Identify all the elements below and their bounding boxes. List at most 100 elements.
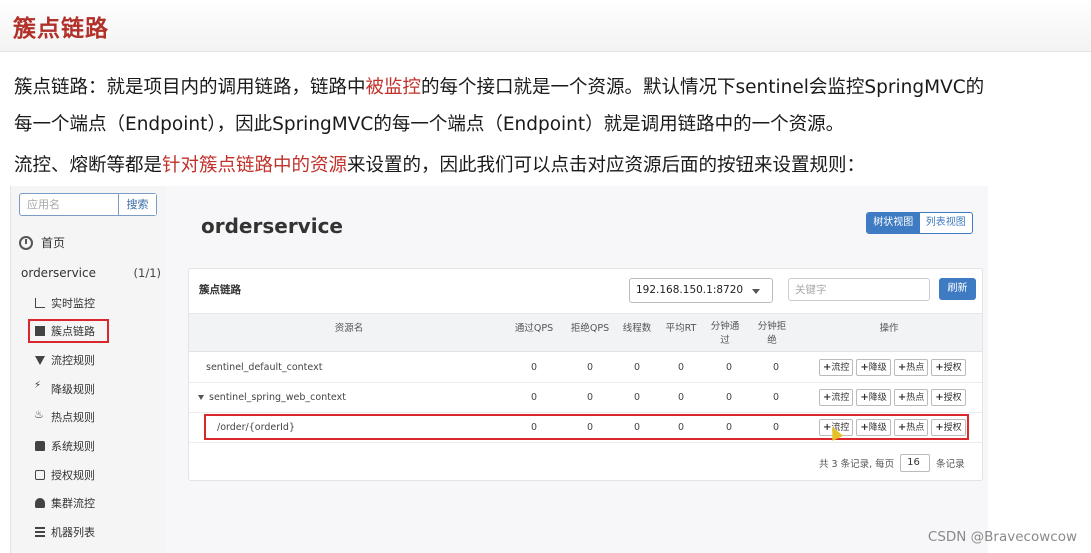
flow-control-label: 流控 [831,393,850,403]
resource-card: 簇点链路 192.168.150.1:8720 刷新 资源名 通过QPS 拒绝Q… [188,268,983,481]
nav-item-label: 机器列表 [51,526,95,539]
col-minute-block: 分钟拒绝 [757,321,787,346]
paragraph-1-b: 的每个接口就是一个资源。默认情况下sentinel会监控SpringMVC的 [421,77,985,98]
paragraph-1-highlight: 被监控 [365,77,422,98]
nav-item-flow-rules[interactable]: 流控规则 [35,351,95,369]
nav-item-label: 集群流控 [51,497,95,510]
pagination: 共 3 条记录, 每页 16 条记录 [819,454,965,472]
hotspot-button[interactable]: +热点 [893,389,929,406]
nav-item-label: 降级规则 [51,383,95,396]
nav-item-label: 流控规则 [51,354,95,367]
fire-icon [34,408,45,422]
plus-icon: + [935,392,944,403]
col-minute-pass: 分钟通过 [710,321,740,346]
col-avg-rt: 平均RT [665,323,697,334]
row-actions: +流控 +降级 +热点 +授权 [819,359,966,376]
col-operations: 操作 [879,323,899,334]
annotation-highlight-nav [28,319,109,343]
col-block-qps: 拒绝QPS [570,323,610,334]
filter-icon [35,355,45,365]
tree-view-button[interactable]: 树状视图 [867,213,920,233]
keyword-input[interactable] [788,278,930,301]
machine-select-value: 192.168.150.1:8720 [636,284,744,296]
page-title: orderservice [201,214,343,238]
nav-item-cluster-flow[interactable]: 集群流控 [35,494,95,512]
minute-pass: 0 [725,392,733,403]
threads: 0 [633,362,641,373]
nav-item-auth-rules[interactable]: 授权规则 [35,466,95,484]
table-row: sentinel_default_context 0 0 0 0 0 0 +流控… [189,353,982,383]
list-icon [35,527,45,537]
col-resource: 资源名 [334,323,364,334]
block-qps: 0 [586,392,594,403]
sidebar: 搜索 首页 orderservice (1/1) 实时监控 簇点链路 流控规则 … [11,186,166,553]
nav-item-system-rules[interactable]: 系统规则 [35,437,95,455]
paragraph-2: 每一个端点（Endpoint），因此SpringMVC的每一个端点（Endpoi… [14,114,845,135]
page-size-input[interactable]: 16 [900,454,931,472]
degrade-button[interactable]: +降级 [856,359,891,376]
nav-item-hotspot-rules[interactable]: 热点规则 [34,408,95,426]
nav-item-degrade-rules[interactable]: 降级规则 [34,380,95,398]
cloud-icon [35,498,45,508]
flow-control-button[interactable]: +流控 [819,359,854,376]
paragraph-3-b: 来设置的，因此我们可以点击对应资源后面的按钮来设置规则： [347,155,866,176]
plus-icon: + [897,392,907,403]
plus-icon: + [860,362,869,373]
nav-app-orderservice[interactable]: orderservice (1/1) [21,266,161,280]
authorize-label: 授权 [943,393,962,403]
hotspot-button[interactable]: +热点 [893,359,929,376]
nav-item-realtime-monitor[interactable]: 实时监控 [35,294,95,312]
plus-icon: + [935,362,944,373]
pager-suffix: 条记录 [936,459,965,470]
block-qps: 0 [586,362,594,373]
resource-name: sentinel_default_context [206,362,323,373]
expand-caret-icon[interactable] [198,395,204,400]
view-toggle: 树状视图 列表视图 [866,212,973,234]
app-search-box: 搜索 [19,193,157,216]
authorize-label: 授权 [943,363,962,373]
nav-item-label: 热点规则 [51,411,95,424]
flow-control-button[interactable]: +流控 [819,389,854,406]
pager-prefix: 共 3 条记录, 每页 [819,459,895,470]
degrade-button[interactable]: +降级 [856,389,891,406]
authorize-button[interactable]: +授权 [931,389,966,406]
paragraph-1-a: 簇点链路：就是项目内的调用链路，链路中 [14,77,366,98]
annotation-highlight-row [204,414,969,440]
flow-control-label: 流控 [831,363,850,373]
table-row: sentinel_spring_web_context 0 0 0 0 0 0 … [189,383,982,413]
check-icon [35,470,45,480]
col-pass-qps: 通过QPS [514,323,554,334]
machine-select[interactable]: 192.168.150.1:8720 [629,278,773,303]
nav-item-machine-list[interactable]: 机器列表 [35,523,95,541]
table-header: 资源名 通过QPS 拒绝QPS 线程数 平均RT 分钟通过 分钟拒绝 操作 [189,313,982,352]
row-actions: +流控 +降级 +热点 +授权 [819,389,966,406]
threads: 0 [633,392,641,403]
resource-name: sentinel_spring_web_context [209,392,346,403]
list-view-button[interactable]: 列表视图 [920,213,973,233]
avg-rt: 0 [677,392,685,403]
refresh-button[interactable]: 刷新 [939,278,976,300]
nav-item-label: 授权规则 [51,469,95,482]
minute-pass: 0 [725,362,733,373]
nav-item-label: 实时监控 [51,297,95,310]
hotspot-label: 热点 [906,363,925,373]
nav-item-label: 系统规则 [51,440,95,453]
pass-qps: 0 [530,362,538,373]
authorize-button[interactable]: +授权 [931,359,966,376]
degrade-label: 降级 [868,393,887,403]
plus-icon: + [860,392,869,403]
slide-header: 簇点链路 [0,0,1091,52]
lock-icon [35,441,45,451]
paragraph-3-highlight: 针对簇点链路中的资源 [162,155,348,176]
slide-title: 簇点链路 [13,16,109,42]
sentinel-dashboard-screenshot: 搜索 首页 orderservice (1/1) 实时监控 簇点链路 流控规则 … [10,186,988,553]
app-search-input[interactable] [20,194,119,215]
pass-qps: 0 [530,392,538,403]
caret-down-icon [752,289,760,294]
minute-block: 0 [772,392,780,403]
app-search-button[interactable]: 搜索 [118,194,156,215]
paragraph-3: 流控、熔断等都是针对簇点链路中的资源来设置的，因此我们可以点击对应资源后面的按钮… [14,153,865,179]
nav-home[interactable]: 首页 [19,234,65,251]
dashboard-icon [19,235,33,250]
card-title: 簇点链路 [199,284,241,296]
